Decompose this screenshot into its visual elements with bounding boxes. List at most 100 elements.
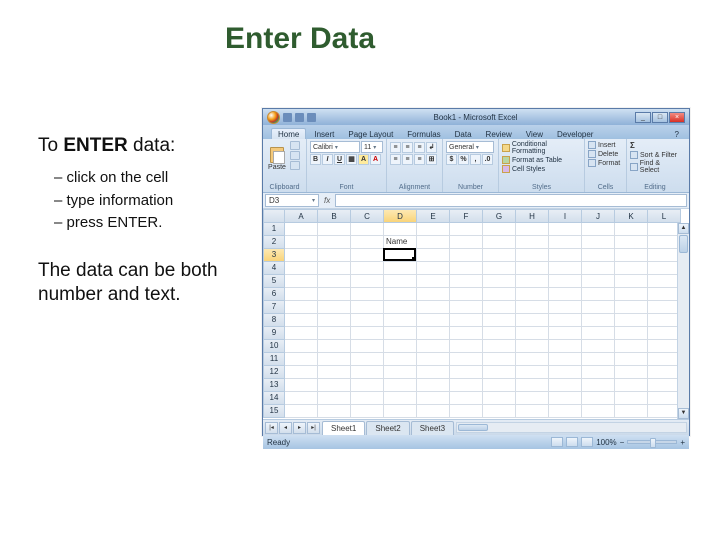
cell[interactable]: [318, 405, 351, 418]
cell[interactable]: [516, 366, 549, 379]
cell[interactable]: [351, 223, 384, 236]
cell[interactable]: [549, 327, 582, 340]
cell[interactable]: [549, 379, 582, 392]
cell[interactable]: [549, 275, 582, 288]
cell[interactable]: [285, 340, 318, 353]
zoom-slider[interactable]: [627, 440, 677, 444]
cell[interactable]: [450, 275, 483, 288]
cell[interactable]: [483, 379, 516, 392]
row-header[interactable]: 12: [263, 366, 285, 379]
cell[interactable]: [582, 327, 615, 340]
cell[interactable]: [450, 353, 483, 366]
cell[interactable]: [615, 314, 648, 327]
maximize-button[interactable]: □: [652, 112, 668, 123]
cell[interactable]: [582, 366, 615, 379]
tab-data[interactable]: Data: [449, 129, 478, 139]
cell[interactable]: [417, 236, 450, 249]
cell[interactable]: [516, 314, 549, 327]
cell[interactable]: [516, 405, 549, 418]
qat-save-icon[interactable]: [283, 113, 292, 122]
cell[interactable]: [549, 314, 582, 327]
tab-page-layout[interactable]: Page Layout: [342, 129, 399, 139]
sheet-nav-next[interactable]: ▸: [293, 422, 306, 434]
italic-button[interactable]: I: [322, 154, 333, 165]
cell[interactable]: [417, 353, 450, 366]
copy-icon[interactable]: [290, 151, 300, 160]
column-header[interactable]: F: [450, 209, 483, 223]
cell[interactable]: [549, 405, 582, 418]
column-header[interactable]: I: [549, 209, 582, 223]
cell[interactable]: [615, 340, 648, 353]
cell[interactable]: [615, 249, 648, 262]
cell[interactable]: [549, 288, 582, 301]
cell[interactable]: [417, 275, 450, 288]
column-header[interactable]: L: [648, 209, 681, 223]
cell[interactable]: [450, 340, 483, 353]
cell[interactable]: [351, 327, 384, 340]
increase-decimal-button[interactable]: .0: [482, 154, 493, 165]
qat-undo-icon[interactable]: [295, 113, 304, 122]
cell[interactable]: [285, 275, 318, 288]
cell[interactable]: [285, 405, 318, 418]
cell[interactable]: [417, 301, 450, 314]
cell[interactable]: [384, 405, 417, 418]
cell[interactable]: [450, 236, 483, 249]
tab-insert[interactable]: Insert: [308, 129, 340, 139]
sheet-tab-2[interactable]: Sheet2: [366, 421, 409, 435]
cell[interactable]: [384, 340, 417, 353]
qat-redo-icon[interactable]: [307, 113, 316, 122]
cell[interactable]: [516, 327, 549, 340]
row-header[interactable]: 13: [263, 379, 285, 392]
find-select-button[interactable]: Find & Select: [630, 160, 680, 174]
scroll-down-button[interactable]: ▼: [678, 408, 689, 419]
currency-button[interactable]: $: [446, 154, 457, 165]
cell[interactable]: [285, 327, 318, 340]
cell[interactable]: [483, 327, 516, 340]
cell[interactable]: [318, 301, 351, 314]
cell[interactable]: [516, 262, 549, 275]
cell[interactable]: [417, 392, 450, 405]
align-right-button[interactable]: ≡: [414, 154, 425, 165]
formula-input[interactable]: [335, 194, 687, 207]
cell[interactable]: [351, 236, 384, 249]
cell[interactable]: [318, 223, 351, 236]
align-top-button[interactable]: ≡: [390, 142, 401, 153]
cell[interactable]: [549, 353, 582, 366]
cell[interactable]: [318, 288, 351, 301]
cell[interactable]: [417, 314, 450, 327]
cell[interactable]: [615, 236, 648, 249]
name-box[interactable]: D3▾: [265, 194, 319, 207]
cell[interactable]: [351, 340, 384, 353]
cell[interactable]: [516, 288, 549, 301]
cell[interactable]: [483, 405, 516, 418]
cell[interactable]: [351, 275, 384, 288]
number-format-select[interactable]: General▾: [446, 141, 494, 153]
cell[interactable]: [318, 262, 351, 275]
cell[interactable]: [351, 301, 384, 314]
cell[interactable]: [351, 392, 384, 405]
cell[interactable]: [318, 392, 351, 405]
cell[interactable]: [615, 301, 648, 314]
sheet-nav-prev[interactable]: ◂: [279, 422, 292, 434]
cell[interactable]: [351, 262, 384, 275]
cell[interactable]: [483, 301, 516, 314]
cell[interactable]: [615, 366, 648, 379]
cell[interactable]: [615, 353, 648, 366]
cell[interactable]: [384, 223, 417, 236]
cell[interactable]: [516, 392, 549, 405]
cell[interactable]: [549, 236, 582, 249]
cell[interactable]: [615, 288, 648, 301]
cell[interactable]: [384, 353, 417, 366]
cell[interactable]: [285, 314, 318, 327]
cell[interactable]: [318, 379, 351, 392]
cell[interactable]: [450, 392, 483, 405]
font-family-select[interactable]: Calibri▾: [310, 141, 360, 153]
cell[interactable]: [483, 236, 516, 249]
cell[interactable]: [549, 340, 582, 353]
cell[interactable]: [483, 340, 516, 353]
cell[interactable]: [351, 288, 384, 301]
cell[interactable]: [582, 223, 615, 236]
percent-button[interactable]: %: [458, 154, 469, 165]
tab-home[interactable]: Home: [271, 128, 306, 139]
zoom-thumb[interactable]: [650, 438, 656, 448]
